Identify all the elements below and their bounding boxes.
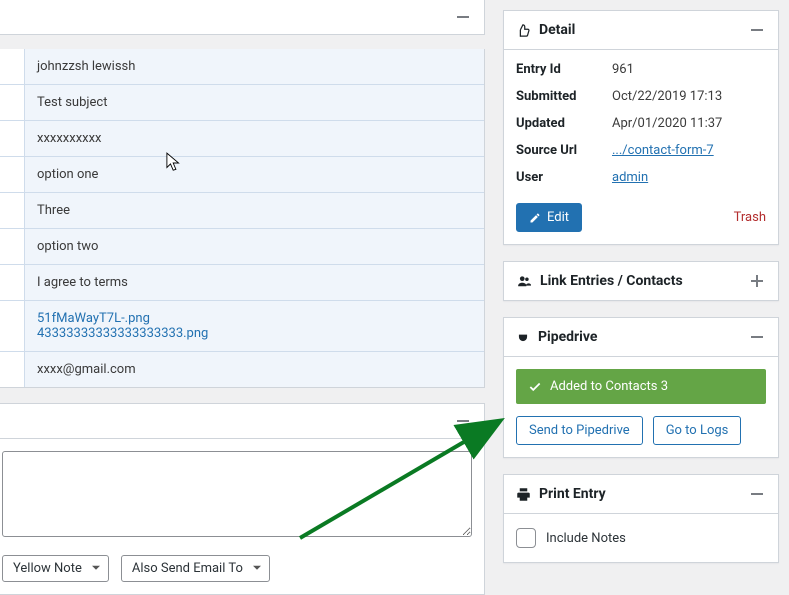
table-row: I agree to terms [0,265,484,301]
file-link[interactable]: 43333333333333333333.png [37,326,208,341]
include-notes-checkbox[interactable] [516,528,536,548]
row-label-cell [0,193,25,229]
collapse-icon[interactable] [748,485,766,503]
detail-val-updated: Apr/01/2020 11:37 [612,116,766,131]
note-color-select[interactable]: Yellow Note [2,555,109,582]
detail-key-source-url: Source Url [516,143,606,158]
go-to-logs-button[interactable]: Go to Logs [653,416,742,445]
plus-icon[interactable] [748,272,766,290]
table-row: johnzzsh lewissh [0,49,484,85]
row-label-cell [0,265,25,301]
field-value: Three [25,193,484,229]
print-entry-panel: Print Entry Include Notes [503,474,779,563]
panel-title-text: Print Entry [539,486,606,502]
users-icon [516,274,532,288]
field-value: johnzzsh lewissh [25,49,484,85]
detail-key-submitted: Submitted [516,89,606,104]
print-icon [516,487,531,502]
field-value: Test subject [25,85,484,121]
entry-fields-panel-header [0,0,485,35]
send-to-pipedrive-button[interactable]: Send to Pipedrive [516,416,643,445]
source-url-link[interactable]: .../contact-form-7 [612,143,714,158]
collapse-icon[interactable] [454,8,472,26]
table-row: xxxx@gmail.com [0,352,484,387]
field-value: option one [25,157,484,193]
row-label-cell [0,229,25,265]
field-value-files: 51fMaWayT7L-.png 43333333333333333333.pn… [25,301,484,352]
file-link[interactable]: 51fMaWayT7L-.png [37,311,150,326]
detail-key-user: User [516,170,606,185]
collapse-icon[interactable] [748,21,766,39]
check-icon [528,380,542,394]
include-notes-label: Include Notes [546,531,626,546]
notes-panel-header [0,404,484,439]
pipedrive-success-text: Added to Contacts 3 [550,379,668,394]
pipedrive-panel: Pipedrive Added to Contacts 3 Send to Pi… [503,317,779,458]
field-value: option two [25,229,484,265]
thumbs-up-icon [516,23,531,38]
pencil-icon [529,212,541,224]
table-row: option two [0,229,484,265]
panel-title-text: Detail [539,22,575,38]
send-email-select[interactable]: Also Send Email To [121,555,270,582]
entry-fields-table: johnzzsh lewissh Test subject xxxxxxxxxx… [0,49,485,388]
row-label-cell [0,301,25,352]
trash-link[interactable]: Trash [734,210,766,225]
panel-title-text: Pipedrive [538,329,597,345]
detail-key-updated: Updated [516,116,606,131]
pipedrive-success: Added to Contacts 3 [516,369,766,404]
table-row: 51fMaWayT7L-.png 43333333333333333333.pn… [0,301,484,352]
field-value: xxxxxxxxxx [25,121,484,157]
row-label-cell [0,157,25,193]
detail-val-source-url: .../contact-form-7 [612,143,766,158]
detail-panel: Detail Entry Id 961 Submitted Oct/22/201… [503,10,779,245]
panel-title-text: Link Entries / Contacts [540,273,683,289]
detail-key-entry-id: Entry Id [516,62,606,77]
row-label-cell [0,352,25,387]
table-row: xxxxxxxxxx [0,121,484,157]
link-entries-header[interactable]: Link Entries / Contacts [504,262,778,300]
pipedrive-panel-header: Pipedrive [504,318,778,357]
collapse-icon[interactable] [454,412,472,430]
print-entry-header: Print Entry [504,475,778,514]
row-label-cell [0,49,25,85]
field-value: I agree to terms [25,265,484,301]
detail-val-user: admin [612,170,766,185]
detail-val-submitted: Oct/22/2019 17:13 [612,89,766,104]
user-link[interactable]: admin [612,170,648,185]
table-row: option one [0,157,484,193]
collapse-icon[interactable] [748,328,766,346]
edit-button-label: Edit [547,210,569,225]
row-label-cell [0,85,25,121]
link-entries-panel: Link Entries / Contacts [503,261,779,301]
notes-textarea[interactable] [2,451,472,537]
table-row: Three [0,193,484,229]
notes-panel: Yellow Note Also Send Email To [0,403,485,595]
detail-val-entry-id: 961 [612,62,766,77]
field-value: xxxx@gmail.com [25,352,484,387]
row-label-cell [0,121,25,157]
edit-button[interactable]: Edit [516,203,582,232]
plug-icon [516,330,530,344]
include-notes-checkbox-row[interactable]: Include Notes [504,514,778,562]
table-row: Test subject [0,85,484,121]
detail-grid: Entry Id 961 Submitted Oct/22/2019 17:13… [504,50,778,199]
detail-panel-header: Detail [504,11,778,50]
